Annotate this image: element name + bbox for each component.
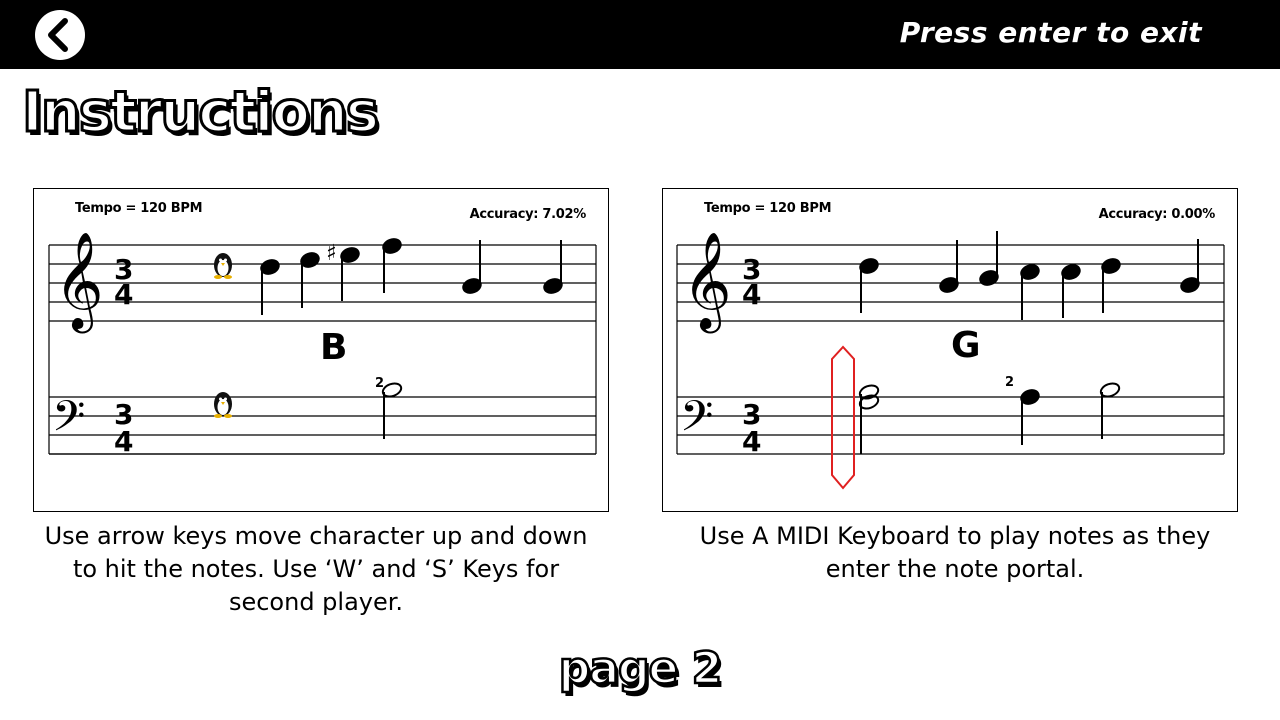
tempo-label: Tempo = 120 BPM <box>704 201 832 216</box>
instruction-caption-keyboard: Use arrow keys move character up and dow… <box>44 522 588 616</box>
treble-notes <box>859 231 1200 320</box>
bass-clef-icon: 𝄢 <box>52 392 85 452</box>
instruction-panel-keyboard: 𝄞 𝄢 3 4 3 4 ♯ 2 Tempo = 120 BPM Accuracy… <box>33 188 609 512</box>
note-name-label: G <box>951 325 981 366</box>
page-indicator: page 2 <box>558 642 724 696</box>
svg-text:♯: ♯ <box>326 241 337 266</box>
instruction-caption-midi: Use A MIDI Keyboard to play notes as the… <box>699 522 1211 583</box>
note-name-label: B <box>320 327 348 368</box>
treble-clef-icon: 𝄞 <box>54 231 104 333</box>
chord-label: 2 <box>375 376 384 391</box>
bass-clef-icon: 𝄢 <box>680 392 713 452</box>
penguin-icon <box>214 253 232 279</box>
treble-notes: ♯ <box>260 238 563 315</box>
accuracy-label: Accuracy: 7.02% <box>469 207 587 222</box>
chord-label: 2 <box>1005 375 1014 390</box>
time-sig-bottom: 4 <box>114 278 133 311</box>
exit-hint: Press enter to exit <box>899 16 1202 49</box>
bass-notes <box>381 382 403 439</box>
accuracy-label: Accuracy: 0.00% <box>1098 207 1216 222</box>
penguin-icon <box>214 392 232 418</box>
time-sig-bottom-bass: 4 <box>114 425 133 458</box>
music-staff-illustration: 𝄞 𝄢 3 4 3 4 2 <box>676 231 1225 490</box>
tempo-label: Tempo = 120 BPM <box>75 201 203 216</box>
svg-text:4: 4 <box>742 278 761 311</box>
treble-clef-icon: 𝄞 <box>682 231 732 333</box>
svg-text:4: 4 <box>742 425 761 458</box>
bass-notes <box>858 382 1121 454</box>
page-title: Instructions <box>20 79 380 147</box>
instruction-panel-midi: 𝄞 𝄢 3 4 3 4 2 Tempo = 120 BPM Accuracy: … <box>662 188 1238 512</box>
chevron-left-icon <box>48 18 68 52</box>
note-portal <box>831 345 855 490</box>
back-button[interactable] <box>35 10 85 60</box>
top-bar: Press enter to exit <box>0 0 1280 69</box>
